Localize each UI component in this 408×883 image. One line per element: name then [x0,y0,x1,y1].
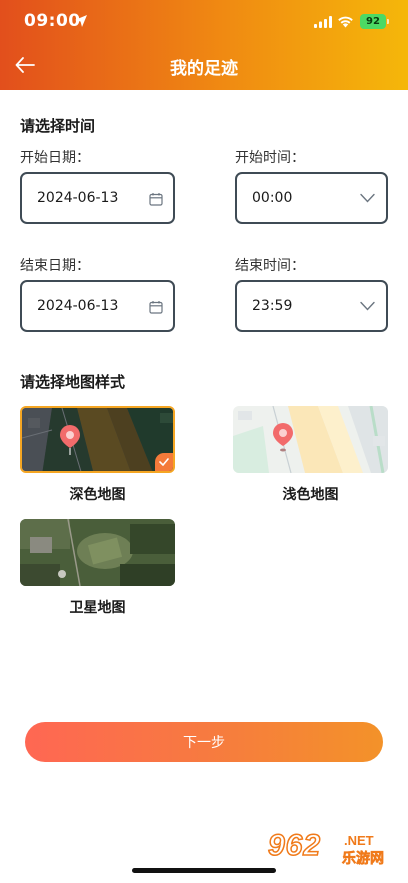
end-date-label: 结束日期： [20,258,90,274]
satellite-map-option[interactable] [20,519,175,586]
map-section-title: 请选择地图样式 [20,373,126,391]
start-time-value: 00:00 [252,190,293,206]
site-watermark: 962 .NET 乐游网 [262,828,394,871]
dark-map-option[interactable] [20,406,175,473]
next-button[interactable]: 下一步 [25,722,383,762]
end-time-select[interactable]: 23:59 [235,280,388,332]
map-pin-icon [60,425,80,455]
satellite-map-thumbnail [20,519,175,586]
end-time-value: 23:59 [252,298,293,314]
cellular-signal-icon [314,16,332,28]
start-date-value: 2024-06-13 [37,190,119,206]
status-bar: 09:00 92 [0,0,408,44]
start-time-select[interactable]: 00:00 [235,172,388,224]
dark-map-thumbnail [22,408,173,471]
selected-check-icon [155,453,173,471]
calendar-icon [149,193,163,206]
satellite-map-label: 卫星地图 [69,600,126,616]
chevron-down-icon [360,193,375,203]
location-arrow-icon [75,15,87,27]
light-map-option[interactable] [233,406,388,473]
end-date-value: 2024-06-13 [37,298,119,314]
app-header: 09:00 92 我的足迹 [0,0,408,90]
page-title: 我的足迹 [170,59,238,79]
start-time-label: 开始时间： [235,150,305,166]
end-time-label: 结束时间： [235,258,305,274]
status-time: 09:00 [24,11,81,31]
battery-indicator: 92 [360,14,389,29]
dark-map-label: 深色地图 [69,487,126,503]
start-date-field[interactable]: 2024-06-13 [20,172,175,224]
start-date-label: 开始日期： [20,150,90,166]
home-indicator[interactable] [132,868,276,873]
end-date-field[interactable]: 2024-06-13 [20,280,175,332]
wifi-icon [338,16,353,28]
watermark-number: 962 [267,828,322,863]
watermark-domain: .NET [344,833,374,848]
light-map-thumbnail [233,406,388,473]
light-map-label: 浅色地图 [282,487,339,503]
time-section-title: 请选择时间 [20,117,96,135]
chevron-down-icon [360,301,375,311]
calendar-icon [149,301,163,314]
map-pin-icon [273,423,293,452]
watermark-text: 乐游网 [342,851,385,868]
